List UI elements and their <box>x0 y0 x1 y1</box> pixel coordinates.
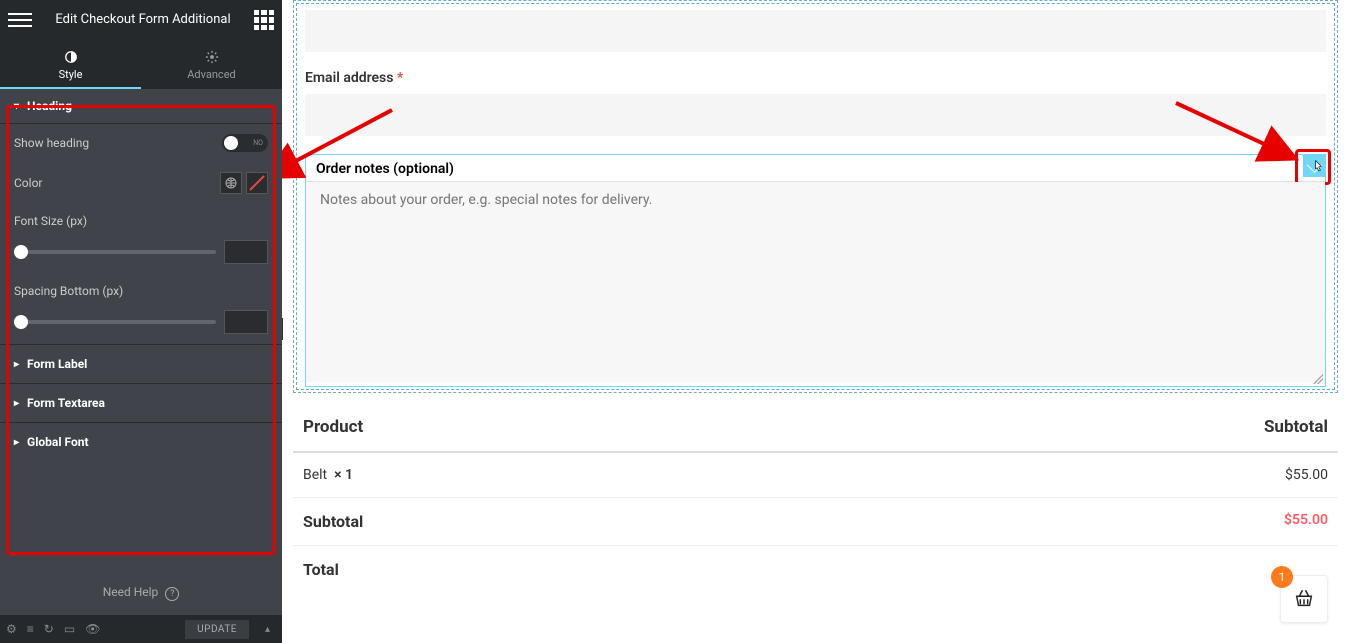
total-label: Total <box>303 560 339 579</box>
slider-handle[interactable] <box>14 245 28 259</box>
panel-tabs: Style Advanced <box>0 40 282 89</box>
field-show-heading: Show heading NO <box>0 124 282 162</box>
summary-subtotal-row: Subtotal $55.00 <box>293 498 1338 546</box>
section-heading[interactable]: ▾ Heading <box>0 89 282 124</box>
order-notes-label: Order notes (optional) <box>306 155 1325 182</box>
help-icon: ? <box>165 587 179 601</box>
font-size-label: Font Size (px) <box>14 214 87 228</box>
field-color: Color <box>0 162 282 204</box>
color-picker-button[interactable] <box>246 172 268 194</box>
editor-sidebar: Edit Checkout Form Additional Style Adva… <box>0 0 282 643</box>
order-notes-widget[interactable]: Order notes (optional) <box>305 154 1326 387</box>
show-heading-label: Show heading <box>14 136 89 150</box>
spacing-value[interactable] <box>224 310 268 334</box>
subtotal-header: Subtotal <box>1264 417 1328 437</box>
summary-header: Product Subtotal <box>293 403 1338 453</box>
field-font-size: Font Size (px) <box>0 204 282 274</box>
caret-right-icon: ▸ <box>14 437 19 448</box>
slider-handle[interactable] <box>14 315 28 329</box>
widgets-grid-icon[interactable] <box>254 10 274 30</box>
sidebar-footer: ⚙ ≡ ↻ ▭ 👁 UPDATE ▴ <box>0 615 282 643</box>
basket-icon <box>1293 588 1315 610</box>
preview-canvas: Email address * Order notes (optional) P… <box>283 0 1348 643</box>
globe-icon <box>225 177 237 189</box>
preview-icon[interactable]: 👁 <box>85 622 100 636</box>
panel-body: ▾ Heading Show heading NO Color Font Siz… <box>0 89 282 571</box>
update-button[interactable]: UPDATE <box>185 620 249 639</box>
order-summary: Product Subtotal Belt × 1 $55.00 Subtota… <box>293 403 1338 593</box>
cart-floating-button[interactable]: 1 <box>1280 575 1328 623</box>
tab-advanced-label: Advanced <box>187 68 235 81</box>
subtotal-label: Subtotal <box>303 512 363 531</box>
email-label: Email address * <box>305 66 1326 94</box>
revisions-icon[interactable]: ≡ <box>27 622 34 636</box>
textarea-resize-grip[interactable] <box>1313 374 1323 384</box>
caret-right-icon: ▸ <box>14 359 19 370</box>
show-heading-toggle[interactable]: NO <box>222 134 268 152</box>
summary-item-row: Belt × 1 $55.00 <box>293 453 1338 498</box>
section-form-label[interactable]: ▸ Form Label <box>0 344 282 383</box>
update-options-caret[interactable]: ▴ <box>259 624 276 635</box>
edit-widget-handle[interactable] <box>1303 155 1325 177</box>
need-help-label: Need Help <box>103 585 159 599</box>
subtotal-value: $55.00 <box>1284 512 1328 531</box>
summary-total-row: Total <box>293 546 1338 593</box>
column-wrapper[interactable]: Email address * Order notes (optional) <box>296 3 1335 390</box>
order-notes-textarea[interactable] <box>306 182 1325 382</box>
toggle-knob <box>224 136 238 150</box>
email-label-text: Email address <box>305 70 393 86</box>
settings-icon[interactable]: ⚙ <box>6 622 17 636</box>
spacing-label: Spacing Bottom (px) <box>14 284 123 298</box>
item-cell: Belt × 1 <box>303 467 353 483</box>
font-size-value[interactable] <box>224 240 268 264</box>
email-input[interactable] <box>305 94 1326 136</box>
item-qty: × 1 <box>334 467 353 483</box>
section-heading-label: Heading <box>27 99 72 113</box>
section-form-textarea-text: Form Textarea <box>27 396 105 410</box>
color-label: Color <box>14 176 42 190</box>
history-icon[interactable]: ↻ <box>44 622 54 636</box>
toggle-value: NO <box>253 139 263 147</box>
responsive-icon[interactable]: ▭ <box>64 622 75 636</box>
cart-count-badge: 1 <box>1271 566 1293 588</box>
need-help[interactable]: Need Help ? <box>0 571 282 615</box>
contrast-icon <box>64 50 78 64</box>
global-color-button[interactable] <box>220 172 242 194</box>
menu-icon[interactable] <box>8 8 32 32</box>
field-spacing-bottom: Spacing Bottom (px) <box>0 274 282 344</box>
section-global-font-text: Global Font <box>27 435 88 449</box>
page-title: Edit Checkout Form Additional <box>32 12 254 28</box>
caret-right-icon: ▸ <box>14 398 19 409</box>
tab-style[interactable]: Style <box>0 40 141 89</box>
section-form-label-text: Form Label <box>27 357 87 371</box>
color-controls <box>220 172 268 194</box>
section-wrapper[interactable]: Email address * Order notes (optional) <box>293 0 1338 393</box>
previous-input-placeholder[interactable] <box>305 10 1326 52</box>
font-size-slider[interactable] <box>14 250 216 254</box>
item-price: $55.00 <box>1285 467 1328 483</box>
tab-style-label: Style <box>59 68 83 81</box>
item-name: Belt <box>303 467 327 483</box>
required-asterisk: * <box>397 70 403 86</box>
section-global-font[interactable]: ▸ Global Font <box>0 422 282 461</box>
product-header: Product <box>303 417 363 437</box>
gear-icon <box>205 50 219 64</box>
tab-advanced[interactable]: Advanced <box>141 40 282 89</box>
caret-down-icon: ▾ <box>14 101 19 112</box>
sidebar-header: Edit Checkout Form Additional <box>0 0 282 40</box>
spacing-slider[interactable] <box>14 320 216 324</box>
section-form-textarea[interactable]: ▸ Form Textarea <box>0 383 282 422</box>
